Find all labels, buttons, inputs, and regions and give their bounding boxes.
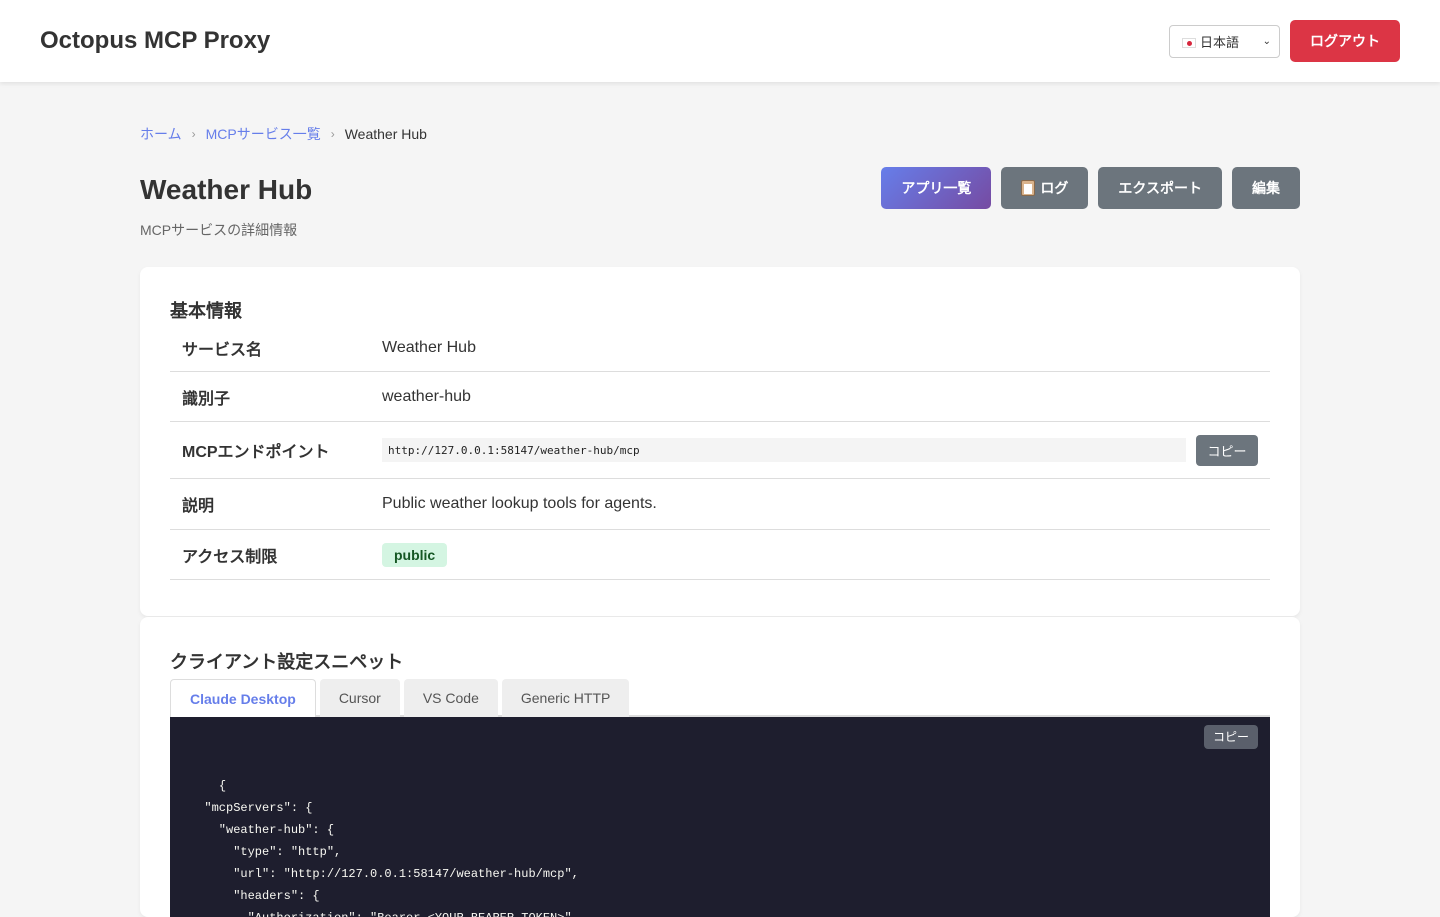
breadcrumb-separator: › [191, 127, 196, 141]
info-row-identifier: 識別子 weather-hub [170, 372, 1270, 422]
clipboard-icon [1021, 180, 1036, 196]
copy-snippet-button[interactable]: コピー [1204, 725, 1258, 749]
basic-info-title: 基本情報 [170, 301, 242, 321]
export-button[interactable]: エクスポート [1098, 167, 1222, 209]
info-row-service-name: サービス名 Weather Hub [170, 325, 1270, 372]
tab-generic-http[interactable]: Generic HTTP [501, 679, 630, 717]
access-badge: public [382, 542, 448, 567]
identifier-label: 識別子 [182, 390, 231, 408]
basic-info-table: サービス名 Weather Hub 識別子 weather-hub MCPエンド… [170, 325, 1270, 580]
language-select-value: 日本語 [1182, 32, 1239, 51]
breadcrumb-home-link[interactable]: ホーム [140, 124, 182, 144]
logout-button[interactable]: ログアウト [1290, 20, 1400, 62]
basic-info-card: 基本情報 サービス名 Weather Hub 識別子 weather-hub M… [140, 267, 1300, 616]
info-row-access: アクセス制限 public [170, 530, 1270, 580]
top-navbar: Octopus MCP Proxy 日本語 ⌄ ログアウト [0, 0, 1440, 82]
page-subtitle: MCPサービスの詳細情報 [140, 222, 298, 238]
tab-claude-desktop[interactable]: Claude Desktop [170, 679, 316, 719]
breadcrumb-services-link[interactable]: MCPサービス一覧 [206, 124, 321, 144]
info-row-endpoint: MCPエンドポイント http://127.0.0.1:58147/weathe… [170, 422, 1270, 479]
identifier-value: weather-hub [382, 387, 471, 405]
breadcrumb-current: Weather Hub [344, 126, 427, 142]
navbar-actions: 日本語 ⌄ ログアウト [1169, 20, 1400, 62]
copy-endpoint-button[interactable]: コピー [1196, 434, 1258, 466]
snippet-tabs: Claude Desktop Cursor VS Code Generic HT… [170, 679, 1270, 719]
main-container: ホーム › MCPサービス一覧 › Weather Hub Weather Hu… [140, 82, 1300, 240]
service-name-value: Weather Hub [382, 339, 476, 356]
logs-button[interactable]: ログ [1001, 167, 1089, 209]
snippet-code[interactable]: { "mcpServers": { "weather-hub": { "type… [190, 779, 578, 917]
app-title[interactable]: Octopus MCP Proxy [40, 27, 270, 55]
access-value: public [382, 542, 1258, 567]
description-label: 説明 [182, 498, 215, 515]
endpoint-label: MCPエンドポイント [182, 444, 330, 461]
service-name-label: サービス名 [182, 342, 263, 359]
info-row-description: 説明 Public weather lookup tools for agent… [170, 479, 1270, 530]
endpoint-value: http://127.0.0.1:58147/weather-hub/mcp コ… [382, 434, 1258, 466]
tab-cursor[interactable]: Cursor [319, 679, 400, 717]
language-select[interactable]: 日本語 ⌄ [1169, 24, 1280, 58]
access-label: アクセス制限 [182, 548, 278, 566]
description-value: Public weather lookup tools for agents. [382, 495, 657, 512]
chevron-down-icon: ⌄ [1262, 35, 1271, 47]
breadcrumb-separator: › [330, 127, 335, 141]
page-header: Weather Hub MCPサービスの詳細情報 アプリ一覧 ログ エクスポート… [140, 167, 1300, 240]
breadcrumb: ホーム › MCPサービス一覧 › Weather Hub [140, 124, 1300, 144]
snippets-card: クライアント設定スニペット Claude Desktop Cursor VS C… [140, 617, 1300, 917]
page-actions: アプリ一覧 ログ エクスポート 編集 [881, 167, 1300, 240]
apps-list-button[interactable]: アプリ一覧 [881, 167, 992, 209]
snippets-title: クライアント設定スニペット [170, 652, 404, 672]
page-title: Weather Hub [140, 174, 313, 205]
edit-button[interactable]: 編集 [1232, 167, 1300, 209]
page-heading: Weather Hub MCPサービスの詳細情報 [140, 174, 312, 240]
logs-button-label: ログ [1040, 180, 1069, 196]
japan-flag-icon [1182, 38, 1196, 49]
tab-vscode[interactable]: VS Code [403, 679, 498, 717]
snippet-code-block: コピー { "mcpServers": { "weather-hub": { "… [170, 717, 1270, 917]
endpoint-url[interactable]: http://127.0.0.1:58147/weather-hub/mcp [382, 438, 1186, 462]
